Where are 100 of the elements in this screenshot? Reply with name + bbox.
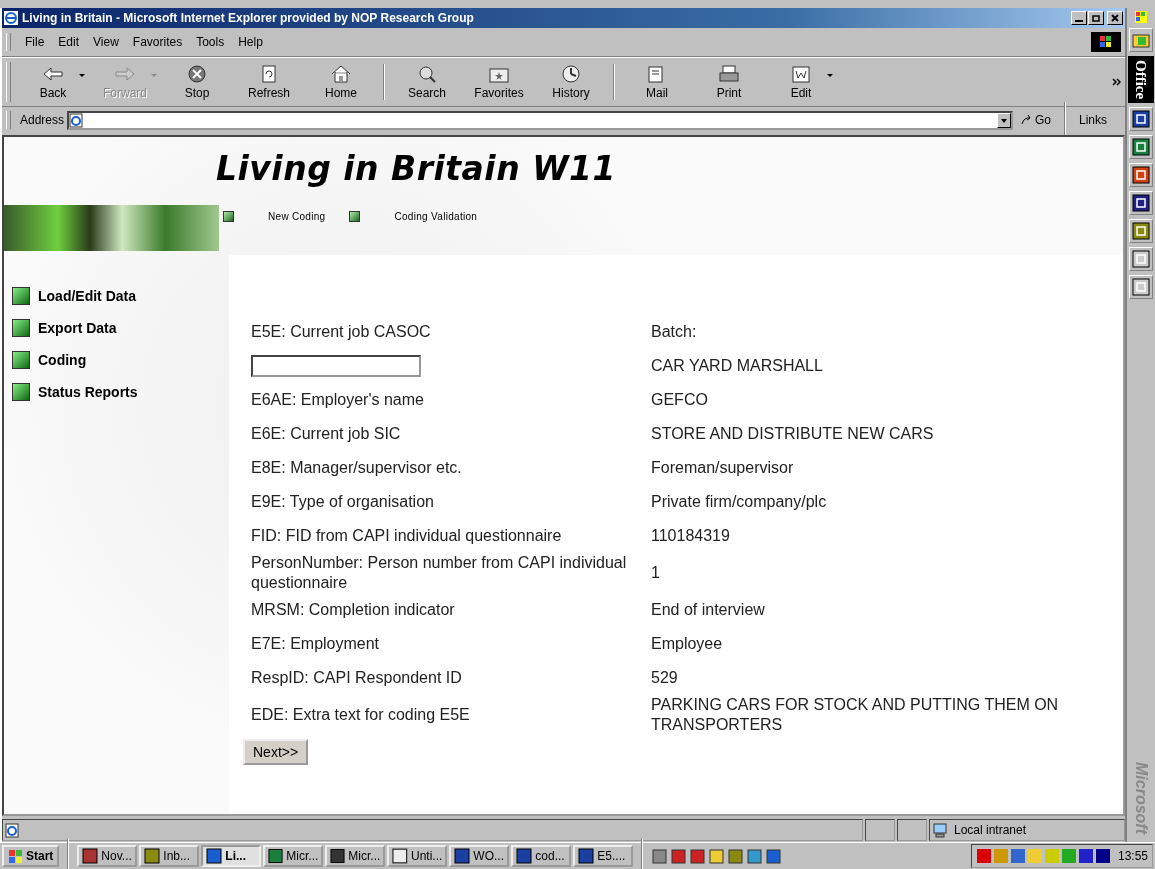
toolbar-button[interactable]: Back: [17, 62, 89, 102]
field-value: GEFCO: [651, 390, 709, 410]
taskbar-button[interactable]: Micr...: [325, 845, 386, 867]
document-icon: [790, 64, 812, 83]
links-button[interactable]: Links: [1075, 113, 1121, 127]
field-value: 110184319: [651, 526, 731, 546]
taskbar-button[interactable]: E5....: [573, 845, 634, 867]
toolbar-button[interactable]: Home: [305, 62, 377, 102]
address-label: Address: [20, 113, 65, 127]
bullet-icon: [12, 383, 30, 401]
quick-launch-icon[interactable]: [765, 847, 783, 865]
stop-icon: [186, 64, 208, 83]
bullet-icon: [349, 211, 361, 222]
app-icon: [268, 848, 284, 864]
office-title: Office: [1128, 56, 1154, 104]
field-value: Private firm/company/plc: [651, 492, 828, 512]
toolbar-button[interactable]: History: [535, 62, 607, 102]
field-label: MRSM: Completion indicator: [251, 600, 456, 620]
menu-item[interactable]: Help: [232, 35, 269, 49]
bullet-icon: [12, 319, 30, 337]
field-label: E9E: Type of organisation: [251, 492, 435, 512]
window-title: Living in Britain - Microsoft Internet Explorer provided by NOP Research Group: [22, 11, 475, 25]
nav-link[interactable]: Coding Validation: [394, 211, 478, 222]
next-button[interactable]: Next>>: [243, 739, 309, 765]
menu-item[interactable]: Edit: [52, 35, 86, 49]
bullet-icon: [12, 351, 30, 369]
quick-launch-icon[interactable]: [651, 847, 669, 865]
menu-item[interactable]: Favorites: [126, 35, 189, 49]
field-label: RespID: CAPI Respondent ID: [251, 668, 463, 688]
sidebar-link[interactable]: Load/Edit Data: [38, 288, 136, 304]
toolbar-button[interactable]: Refresh: [233, 62, 305, 102]
windows-logo-icon: [1091, 32, 1121, 52]
start-button[interactable]: Start: [2, 845, 60, 867]
field-label: E5E: Current job CASOC: [251, 322, 432, 342]
restore-icon: [1091, 13, 1101, 23]
status-pane: [865, 819, 895, 841]
go-arrow-icon: [1019, 114, 1032, 126]
taskbar-button[interactable]: Unti...: [387, 845, 448, 867]
field-value: PARKING CARS FOR STOCK AND PUTTING THEM ON TRANSPORTERS: [651, 695, 1060, 735]
app-icon: [82, 848, 99, 864]
field-value: Foreman/supervisor: [651, 458, 795, 478]
dropdown-arrow-icon[interactable]: [79, 73, 85, 77]
restore-button[interactable]: [1088, 11, 1104, 25]
nav-link[interactable]: New Coding: [268, 211, 326, 222]
close-button[interactable]: [1107, 11, 1123, 25]
toolbar-button[interactable]: Stop: [161, 62, 233, 102]
dropdown-button[interactable]: [996, 112, 1011, 128]
quick-launch-icon[interactable]: [746, 847, 764, 865]
taskbar-button[interactable]: Inb...: [139, 845, 200, 867]
field-value: 529: [651, 668, 679, 688]
app-icon: [578, 848, 595, 864]
field-value: STORE AND DISTRIBUTE NEW CARS: [651, 424, 935, 444]
sidebar-link[interactable]: Coding: [38, 352, 87, 368]
chevron-icon[interactable]: [1112, 78, 1121, 86]
menu-item[interactable]: Tools: [190, 35, 231, 49]
close-icon: [1110, 13, 1120, 23]
office-brand: Microsoft: [1132, 762, 1150, 834]
menu-item[interactable]: View: [87, 35, 125, 49]
taskbar-button[interactable]: Nov...: [77, 845, 138, 867]
zone-label: Local intranet: [954, 823, 1027, 837]
tray-icon[interactable]: [1094, 848, 1111, 864]
quick-launch-icon[interactable]: [708, 847, 726, 865]
search-icon: [416, 64, 438, 83]
dropdown-arrow-icon[interactable]: [827, 73, 833, 77]
toolbar-button[interactable]: Edit: [765, 62, 837, 102]
office-logo-icon: [1134, 10, 1148, 24]
field-value: Batch:: [651, 322, 698, 342]
clock: 13:55: [1117, 849, 1148, 863]
app-icon: [330, 848, 346, 864]
field-value: End of interview: [651, 600, 766, 620]
address-field[interactable]: [67, 110, 1013, 130]
taskbar-button[interactable]: Micr...: [263, 845, 324, 867]
toolbar-button[interactable]: Favorites: [463, 62, 535, 102]
toolbar-button[interactable]: Search: [391, 62, 463, 102]
page-icon: [5, 822, 19, 838]
field-label: E7E: Employment: [251, 634, 381, 654]
printer-icon: [718, 64, 740, 83]
quick-launch-icon[interactable]: [727, 847, 745, 865]
sidebar-link[interactable]: Status Reports: [38, 384, 138, 400]
sidebar-link[interactable]: Export Data: [38, 320, 117, 336]
field-label: PersonNumber: Person number from CAPI individual questionnaire: [251, 553, 628, 593]
text-field[interactable]: [251, 355, 421, 377]
bullet-icon: [223, 211, 234, 222]
page-title: Living in Britain W11: [216, 148, 617, 190]
ie-logo-icon: [4, 11, 18, 25]
quick-launch-icon[interactable]: [689, 847, 707, 865]
app-icon: [392, 848, 408, 864]
app-icon: [206, 848, 223, 864]
tray-icon[interactable]: [1077, 848, 1094, 864]
taskbar-button[interactable]: cod...: [511, 845, 572, 867]
menu-item[interactable]: File: [19, 35, 51, 49]
quick-launch-icon[interactable]: [670, 847, 688, 865]
go-button[interactable]: Go: [1015, 113, 1055, 127]
toolbar-button[interactable]: Mail: [621, 62, 693, 102]
windows-logo-icon: [8, 848, 23, 864]
app-icon: [454, 848, 471, 864]
taskbar-button[interactable]: WO...: [449, 845, 510, 867]
taskbar-button[interactable]: Li...: [201, 845, 262, 867]
minimize-button[interactable]: [1071, 11, 1087, 25]
toolbar-button[interactable]: Print: [693, 62, 765, 102]
